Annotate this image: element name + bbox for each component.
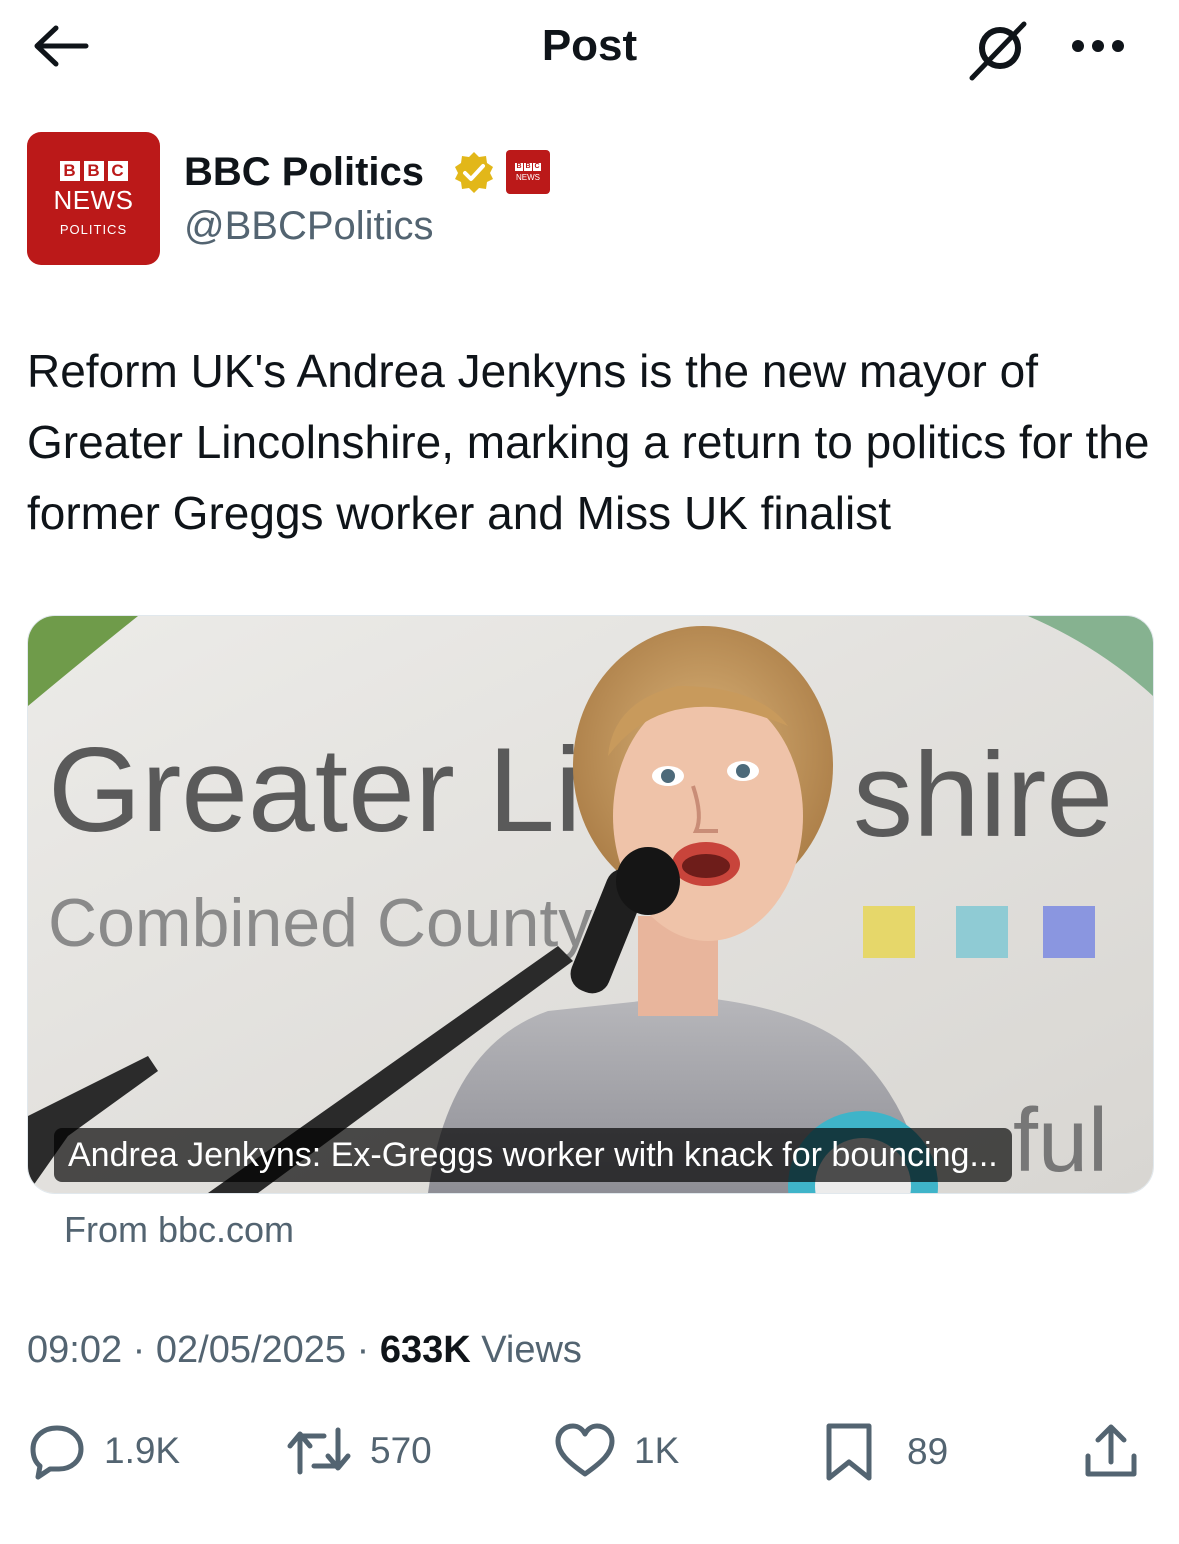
post-date[interactable]: 02/05/2025 [156, 1329, 346, 1371]
heart-icon [555, 1423, 615, 1477]
card-title-overlay: Andrea Jenkyns: Ex-Greggs worker with kn… [54, 1128, 1012, 1182]
bbc-mini-logo: BBC [515, 162, 541, 171]
reply-icon [30, 1425, 84, 1480]
views-label: Views [481, 1329, 582, 1371]
share-button[interactable] [1082, 1422, 1140, 1480]
like-button[interactable]: 1K [554, 1422, 679, 1480]
backdrop-text-3: Combined County [48, 885, 592, 961]
post-text: Reform UK's Andrea Jenkyns is the new ma… [27, 345, 1150, 539]
bookmark-button[interactable]: 89 [823, 1422, 948, 1482]
grok-icon [969, 21, 1027, 81]
backdrop-text-1: Greater Lir [48, 723, 622, 857]
backdrop-text-4: ful [1013, 1091, 1108, 1191]
share-icon [1085, 1424, 1137, 1477]
verified-badge-icon [455, 152, 493, 193]
more-dots-icon [1072, 40, 1124, 52]
post-meta: 09:02 · 02/05/2025 · 633K Views [27, 1322, 582, 1378]
card-title: Andrea Jenkyns: Ex-Greggs worker with kn… [68, 1135, 998, 1174]
affiliate-badge[interactable]: BBC NEWS [506, 150, 550, 194]
author-handle[interactable]: @BBCPolitics [184, 202, 434, 250]
like-count: 1K [634, 1430, 680, 1471]
bookmark-count: 89 [907, 1431, 949, 1472]
backdrop-text-2: shire [853, 728, 1113, 862]
avatar-sub-text: POLITICS [59, 221, 128, 237]
avatar-news-text: NEWS [53, 184, 134, 215]
views-count[interactable]: 633K [380, 1329, 471, 1371]
separator: · [132, 1329, 146, 1371]
retweet-icon [287, 1427, 351, 1475]
bookmark-icon [826, 1423, 872, 1481]
separator: · [356, 1329, 370, 1371]
avatar[interactable]: BBC NEWS POLITICS [27, 132, 160, 265]
post-time[interactable]: 09:02 [27, 1329, 122, 1371]
reply-count: 1.9K [104, 1430, 181, 1471]
affiliate-news-text: NEWS [516, 172, 540, 182]
author-name[interactable]: BBC Politics [184, 148, 424, 196]
grok-button[interactable] [962, 18, 1034, 82]
retweet-button[interactable]: 570 [286, 1422, 432, 1480]
article-image: Greater Lir shire Combined County ful [28, 616, 1153, 1193]
retweet-count: 570 [370, 1430, 432, 1471]
reply-button[interactable]: 1.9K [28, 1422, 180, 1480]
link-card[interactable]: Greater Lir shire Combined County ful An… [27, 615, 1154, 1194]
bbc-logo: BBC [59, 160, 128, 181]
card-source[interactable]: From bbc.com [64, 1206, 294, 1254]
more-options-button[interactable] [1058, 18, 1138, 74]
